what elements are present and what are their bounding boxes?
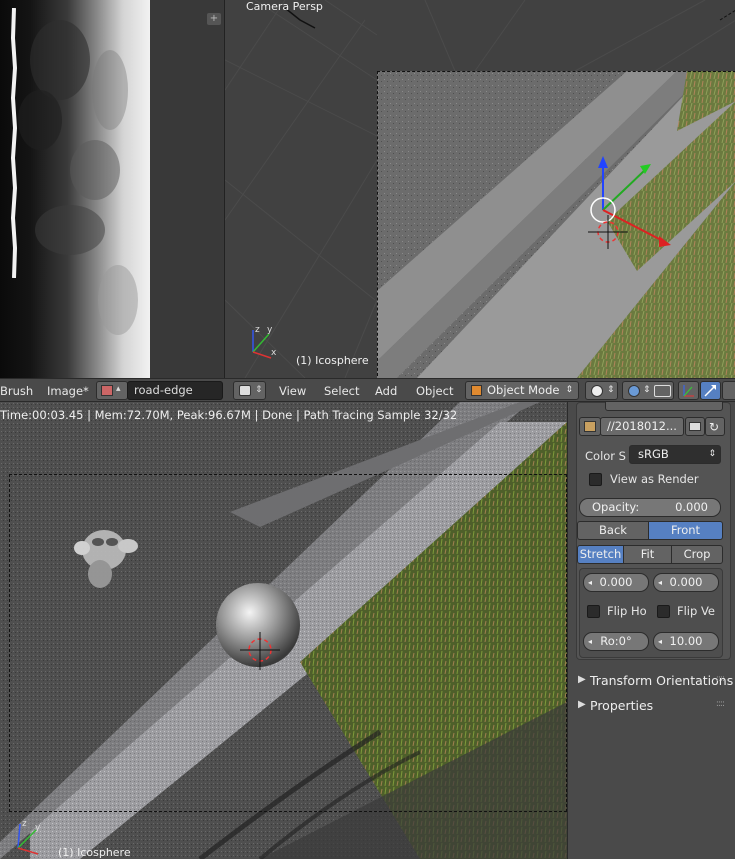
image-path-field[interactable]: //2018012... — [600, 417, 684, 436]
disclosure-triangle-icon: ▶ — [578, 674, 586, 685]
opacity-label: Opacity: — [592, 500, 640, 514]
menu-view[interactable]: View — [279, 384, 306, 398]
translate-toggle[interactable] — [700, 381, 721, 400]
depth-map-shading — [18, 20, 138, 335]
arrow-left-icon: ◂ — [588, 578, 593, 587]
editor-type-button[interactable]: ⇕ — [233, 381, 266, 400]
fit-button[interactable]: Fit — [623, 545, 672, 564]
render-status-text: Time:00:03.45 | Mem:72.70M, Peak:96.67M … — [0, 408, 458, 422]
flip-horizontal-checkbox[interactable] — [587, 605, 600, 618]
reload-button[interactable]: ↻ — [705, 417, 725, 436]
chevron-updown-icon: ▴ — [116, 384, 121, 394]
image-icon — [101, 385, 113, 396]
rotate-toggle[interactable] — [722, 381, 735, 400]
mode-selector[interactable]: Object Mode ⇕ — [465, 381, 579, 400]
object-mode-icon — [471, 385, 482, 396]
image-editor[interactable]: + — [0, 0, 223, 378]
axis-orientation-icon: z y x — [252, 325, 277, 359]
arrow-left-icon: ◂ — [658, 637, 663, 646]
offset-y-field[interactable]: ◂ 0.000 — [653, 573, 719, 592]
brush-menu[interactable]: Brush — [0, 384, 33, 398]
image-name-field[interactable]: road-edge — [127, 381, 223, 400]
manipulator-toggle[interactable] — [678, 381, 699, 400]
menu-select[interactable]: Select — [324, 384, 359, 398]
image-editor-empty-area — [150, 0, 223, 378]
disclosure-triangle-icon: ▶ — [578, 699, 586, 710]
size-field[interactable]: ◂ 10.00 — [653, 632, 719, 651]
menu-object[interactable]: Object — [416, 384, 453, 398]
offset-y-value: 0.000 — [669, 575, 703, 589]
drag-grip-icon[interactable]: :::: — [716, 674, 725, 684]
opacity-value: 0.000 — [675, 500, 708, 514]
axis-gizmo-icon — [683, 385, 694, 397]
drag-grip-icon[interactable]: :::: — [716, 699, 725, 709]
flip-vertical-label: Flip Ve — [677, 604, 716, 618]
svg-text:z: z — [22, 819, 27, 829]
mode-label: Object Mode — [487, 383, 560, 397]
crop-button[interactable]: Crop — [671, 545, 723, 564]
shading-button[interactable]: ⇕ — [585, 381, 618, 400]
chevron-updown-icon: ⇕ — [607, 385, 615, 395]
svg-text:y: y — [267, 325, 273, 335]
chevron-updown-icon: ⇕ — [565, 385, 573, 395]
image-menu[interactable]: Image* — [47, 384, 89, 398]
image-icon — [584, 421, 596, 432]
svg-text:x: x — [271, 348, 277, 358]
rotation-value: Ro:0° — [600, 634, 632, 648]
viewport-label: Camera Persp — [246, 0, 323, 13]
cube-icon — [239, 385, 251, 396]
pivot-button[interactable]: ⇕ — [622, 381, 674, 400]
image-browse-button[interactable]: ▴ — [96, 381, 128, 400]
depth-edge-stripe — [10, 8, 18, 278]
object-label: (1) Icosphere — [296, 354, 369, 367]
rotation-field[interactable]: ◂ Ro:0° — [583, 632, 649, 651]
properties-panel-header[interactable]: ▶ Properties :::: — [568, 695, 735, 717]
arrow-left-icon: ◂ — [588, 637, 593, 646]
size-value: 10.00 — [669, 634, 703, 648]
color-space-value: sRGB — [638, 447, 669, 461]
color-space-label: Color S — [585, 449, 626, 463]
arrow-icon — [704, 385, 716, 397]
object-label: (1) Icosphere — [58, 846, 131, 859]
offset-x-value: 0.000 — [599, 575, 633, 589]
transform-orientations-panel-header[interactable]: ▶ Transform Orientations :::: — [568, 670, 735, 692]
area-split-widget[interactable]: + — [207, 13, 221, 25]
opacity-slider[interactable]: Opacity: 0.000 — [579, 498, 721, 517]
source-selector[interactable] — [605, 402, 723, 411]
view-as-render-label: View as Render — [610, 472, 699, 486]
camera-frame — [377, 71, 735, 378]
color-space-select[interactable]: sRGB ⇕ — [629, 445, 721, 464]
svg-text:y: y — [35, 823, 41, 833]
back-button[interactable]: Back — [577, 521, 649, 540]
chevron-updown-icon: ⇕ — [708, 449, 716, 459]
background-image-settings: //2018012... ↻ Color S sRGB ⇕ View as Re… — [576, 402, 731, 660]
chevron-updown-icon: ⇕ — [643, 385, 651, 395]
menu-add[interactable]: Add — [375, 384, 397, 398]
chevron-updown-icon: ⇕ — [255, 385, 263, 395]
3d-viewport[interactable]: Camera Persp z y x (1) Icosphere — [224, 0, 735, 378]
offset-x-field[interactable]: ◂ 0.000 — [583, 573, 649, 592]
pivot-icon — [628, 385, 640, 397]
image-datablock-button[interactable] — [579, 417, 601, 436]
view-as-render-checkbox[interactable] — [589, 473, 602, 486]
flip-horizontal-label: Flip Ho — [607, 604, 647, 618]
flip-vertical-checkbox[interactable] — [657, 605, 670, 618]
front-button[interactable]: Front — [648, 521, 723, 540]
section-title: Properties — [590, 698, 654, 713]
background-image-panel: //2018012... ↻ Color S sRGB ⇕ View as Re… — [567, 402, 735, 859]
folder-icon — [689, 422, 701, 431]
svg-text:z: z — [255, 325, 260, 335]
axis-orientation-icon: z y — [17, 819, 41, 855]
editor-header-bar: Brush Image* ▴ road-edge ⇕ View Select A… — [0, 378, 735, 402]
reload-icon: ↻ — [709, 420, 720, 434]
section-title: Transform Orientations — [590, 673, 734, 688]
render-viewport[interactable]: Time:00:03.45 | Mem:72.70M, Peak:96.67M … — [0, 402, 567, 859]
snap-icon — [654, 385, 671, 397]
camera-frame — [9, 474, 567, 812]
stretch-button[interactable]: Stretch — [577, 545, 624, 564]
arrow-left-icon: ◂ — [658, 578, 663, 587]
folder-button[interactable] — [685, 417, 705, 436]
sphere-icon — [591, 385, 603, 397]
